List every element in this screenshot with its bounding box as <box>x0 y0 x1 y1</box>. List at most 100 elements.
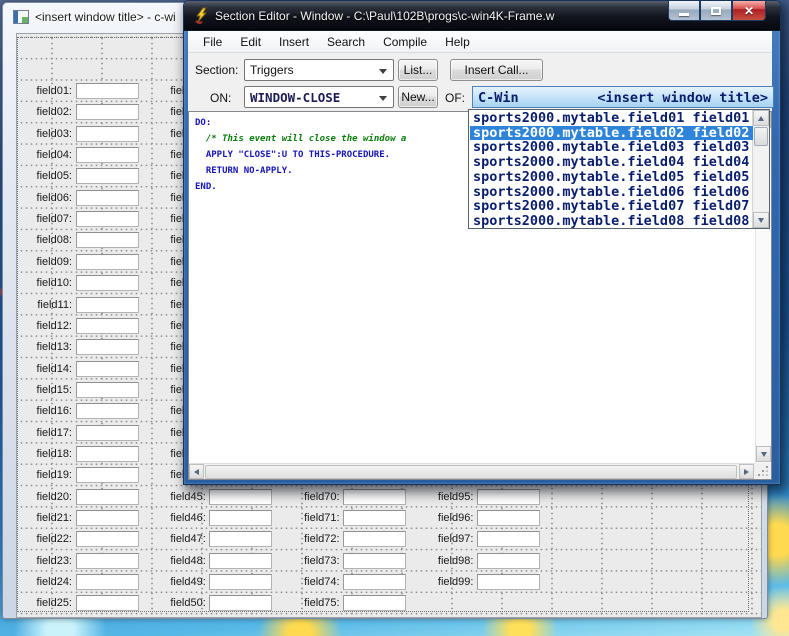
field-label: field73: <box>304 554 340 567</box>
horizontal-scroll-thumb[interactable] <box>205 465 737 479</box>
new-button[interactable]: New... <box>398 86 438 108</box>
field-input[interactable] <box>75 467 139 484</box>
field-input[interactable] <box>209 510 273 526</box>
field-input[interactable] <box>343 488 407 505</box>
list-button[interactable]: List... <box>398 59 438 81</box>
field-input[interactable] <box>75 275 139 292</box>
field-input[interactable] <box>75 339 139 356</box>
field-input[interactable] <box>209 488 273 505</box>
field-input[interactable] <box>75 253 139 270</box>
field-input[interactable] <box>75 147 139 164</box>
field-input[interactable] <box>75 424 139 441</box>
field-input[interactable] <box>209 595 273 612</box>
horizontal-scrollbar[interactable] <box>189 463 755 479</box>
field-input[interactable] <box>75 531 139 548</box>
field-input[interactable] <box>75 232 139 249</box>
field-input[interactable] <box>209 552 273 569</box>
code-segment-kw: RETURN NO-APPLY. <box>195 166 293 176</box>
dropdown-scrollbar[interactable] <box>752 110 769 228</box>
menu-item-compile[interactable]: Compile <box>374 32 436 52</box>
section-label: Section: <box>195 63 239 77</box>
dropdown-item[interactable]: sports2000.mytable.field01 field01 <box>470 111 753 126</box>
field-input[interactable] <box>75 211 139 228</box>
arrow-down-icon <box>760 451 767 457</box>
field-input[interactable] <box>75 317 139 334</box>
of-combobox[interactable]: C-Win <insert window title> <box>472 86 774 108</box>
field-label: field14: <box>36 362 72 375</box>
minimize-button[interactable] <box>668 1 700 21</box>
field-input[interactable] <box>343 595 407 612</box>
on-combobox[interactable]: WINDOW-CLOSE <box>244 86 394 108</box>
dropdown-item[interactable]: sports2000.mytable.field02 field02 <box>470 125 753 141</box>
field-input[interactable] <box>75 296 139 313</box>
resize-grip[interactable] <box>755 463 771 479</box>
insert-call-button[interactable]: Insert Call... <box>450 59 543 81</box>
field-input[interactable] <box>75 488 139 505</box>
dropdown-item[interactable]: sports2000.mytable.field06 field06 <box>470 185 753 200</box>
dropdown-item[interactable]: sports2000.mytable.field05 field05 <box>470 170 753 185</box>
menu-item-search[interactable]: Search <box>318 32 374 52</box>
field-input[interactable] <box>75 403 139 420</box>
field-input[interactable] <box>343 574 407 591</box>
field-label: field49: <box>170 576 206 589</box>
field-input[interactable] <box>75 595 139 612</box>
dropdown-scroll-down-button[interactable] <box>753 212 769 228</box>
field-input[interactable] <box>209 531 273 548</box>
field-label: field95: <box>437 490 474 503</box>
field-input[interactable] <box>75 83 139 99</box>
field-label: field12: <box>36 319 72 332</box>
field-input[interactable] <box>75 189 139 206</box>
field-input[interactable] <box>476 552 540 569</box>
section-editor-window[interactable]: Section Editor - Window - C:\Paul\102B\p… <box>183 0 781 485</box>
field-input[interactable] <box>343 510 407 526</box>
dropdown-item[interactable]: sports2000.mytable.field07 field07 <box>470 199 753 214</box>
field-input[interactable] <box>75 445 139 462</box>
field-input[interactable] <box>209 574 273 591</box>
menu-item-help[interactable]: Help <box>436 32 479 52</box>
section-editor-icon <box>195 7 208 24</box>
field-input[interactable] <box>476 488 540 505</box>
field-input[interactable] <box>75 125 139 142</box>
section-combobox[interactable]: Triggers <box>244 59 394 81</box>
field-label: field03: <box>36 127 72 140</box>
dropdown-item[interactable]: sports2000.mytable.field03 field03 <box>470 140 753 155</box>
scroll-left-button[interactable] <box>189 464 204 479</box>
field-input[interactable] <box>476 531 540 548</box>
code-line: APPLY "CLOSE":U TO THIS-PROCEDURE. <box>195 147 406 163</box>
field-label: field11: <box>37 298 72 311</box>
field-label: field98: <box>437 554 474 567</box>
dropdown-scroll-up-button[interactable] <box>753 110 769 126</box>
field-input[interactable] <box>75 168 139 185</box>
scroll-right-button[interactable] <box>739 464 754 479</box>
field-input[interactable] <box>476 574 540 591</box>
menu-item-file[interactable]: File <box>194 32 231 52</box>
maximize-button[interactable] <box>700 1 732 21</box>
field-input[interactable] <box>75 552 139 569</box>
field-input[interactable] <box>343 552 407 569</box>
field-label: field71: <box>304 512 340 524</box>
field-input[interactable] <box>75 360 139 377</box>
menu-item-insert[interactable]: Insert <box>270 32 318 52</box>
field-input[interactable] <box>75 381 139 398</box>
field-input[interactable] <box>343 531 407 548</box>
close-button[interactable]: ✕ <box>732 1 766 21</box>
field-input[interactable] <box>75 510 139 526</box>
field-label: field72: <box>304 533 340 546</box>
field-dropdown-list[interactable]: sports2000.mytable.field01 field01 sports… <box>468 109 770 229</box>
field-input[interactable] <box>75 574 139 591</box>
code-text[interactable]: DO: /* This event will close the window … <box>195 115 406 195</box>
scroll-down-button[interactable] <box>756 446 771 462</box>
dropdown-scroll-thumb[interactable] <box>754 127 768 146</box>
section-editor-title: Section Editor - Window - C:\Paul\102B\p… <box>215 9 555 23</box>
dropdown-item[interactable]: sports2000.mytable.field04 field04 <box>470 155 753 170</box>
field-label: field74: <box>304 576 340 589</box>
field-label: field08: <box>36 234 72 247</box>
of-combobox-hint: <insert window title> <box>597 90 768 106</box>
section-editor-titlebar[interactable]: Section Editor - Window - C:\Paul\102B\p… <box>184 1 780 31</box>
menu-item-edit[interactable]: Edit <box>231 32 270 52</box>
dropdown-item[interactable]: sports2000.mytable.field08 field08 <box>470 214 753 229</box>
field-input[interactable] <box>75 104 139 121</box>
code-segment-kw: APPLY "CLOSE":U TO THIS-PROCEDURE. <box>195 150 391 160</box>
toolbar: Section: Triggers List... Insert Call...… <box>188 53 774 111</box>
field-input[interactable] <box>476 510 540 526</box>
